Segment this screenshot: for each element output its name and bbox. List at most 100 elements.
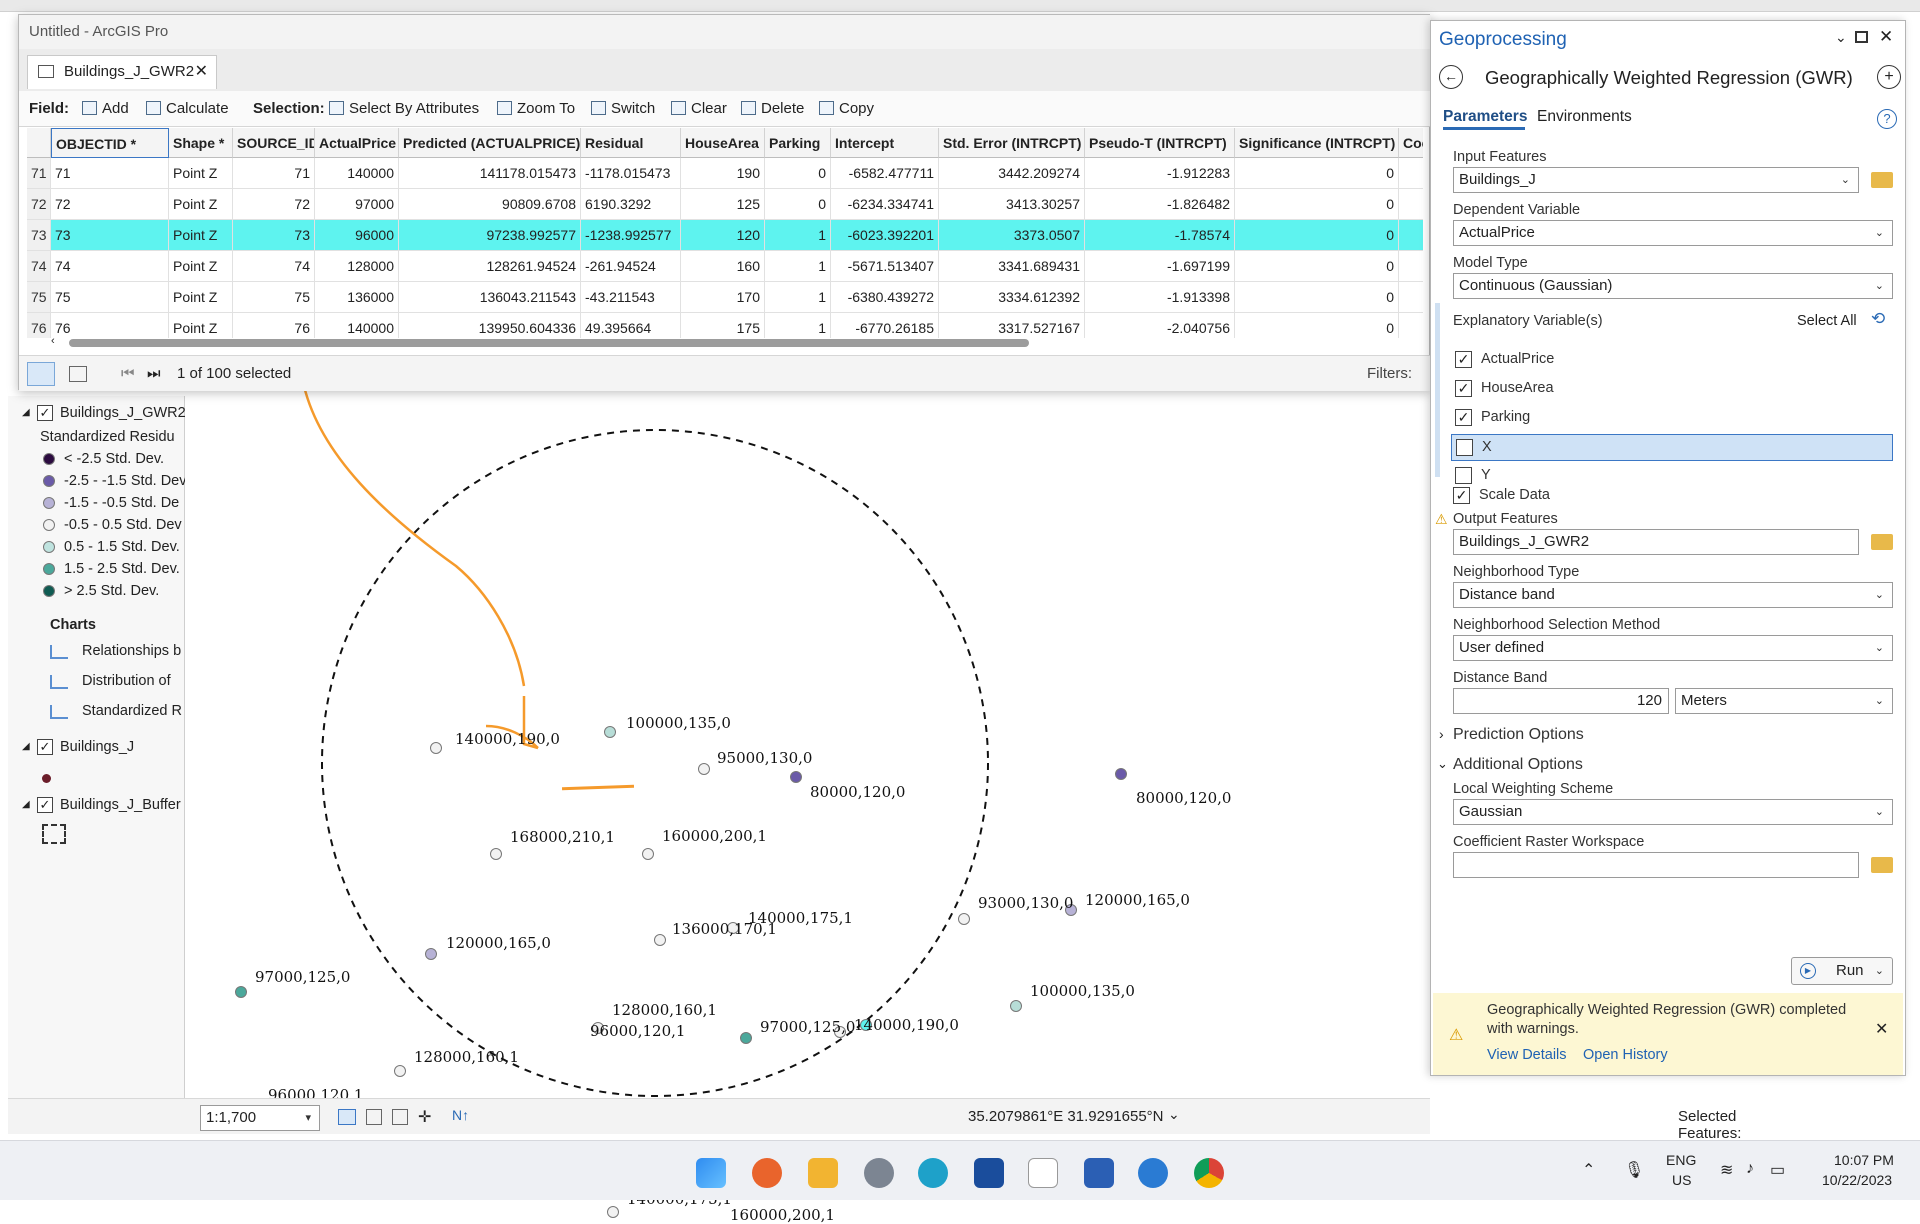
explanatory-variable-row[interactable]: Y: [1451, 463, 1893, 490]
table-cell[interactable]: -6234.334741: [831, 189, 939, 220]
table-cell[interactable]: 73: [51, 220, 169, 251]
arcgis-pro-icon[interactable]: [1138, 1158, 1168, 1188]
row-number[interactable]: 74: [27, 251, 51, 282]
variable-checkbox[interactable]: [1455, 467, 1472, 484]
tab-parameters[interactable]: Parameters: [1443, 108, 1527, 126]
column-header[interactable]: Coeffici: [1399, 128, 1423, 158]
table-cell[interactable]: Point Z: [169, 220, 233, 251]
delete-button[interactable]: Delete: [741, 91, 804, 127]
input-features-select[interactable]: Buildings_J ⌄: [1453, 167, 1859, 193]
table-cell[interactable]: 3373.0507: [939, 220, 1085, 251]
table-cell[interactable]: -1.913398: [1085, 282, 1235, 313]
row-number[interactable]: 72: [27, 189, 51, 220]
feature-point[interactable]: [235, 986, 247, 998]
table-cell[interactable]: 0: [1235, 282, 1399, 313]
table-cell[interactable]: -1238.992577: [581, 220, 681, 251]
variable-checkbox[interactable]: ✓: [1455, 380, 1472, 397]
column-header[interactable]: Pseudo-T (INTRCPT): [1085, 128, 1235, 158]
table-cell[interactable]: 190: [681, 158, 765, 189]
table-cell[interactable]: 128261.94524: [399, 251, 581, 282]
switch-button[interactable]: Switch: [591, 91, 655, 127]
microphone-icon[interactable]: 🎙: [1624, 1160, 1644, 1180]
help-icon[interactable]: ?: [1877, 109, 1897, 129]
layer-visibility-checkbox[interactable]: ✓: [37, 405, 53, 421]
row-number[interactable]: 76: [27, 313, 51, 338]
grid-corner[interactable]: [27, 128, 51, 158]
scale-selector[interactable]: 1:1,700 ▾: [200, 1105, 320, 1131]
column-header[interactable]: Predicted (ACTUALPRICE): [399, 128, 581, 158]
feature-point[interactable]: [1010, 1000, 1022, 1012]
table-cell[interactable]: 76: [51, 313, 169, 338]
tray-expand-icon[interactable]: ⌃: [1582, 1160, 1595, 1180]
feature-point[interactable]: [654, 934, 666, 946]
table-cell[interactable]: 140000: [315, 313, 399, 338]
table-cell[interactable]: 141178.015473: [399, 158, 581, 189]
dismiss-warning-icon[interactable]: ✕: [1875, 1019, 1888, 1039]
chrome-icon[interactable]: [1194, 1158, 1224, 1188]
column-header[interactable]: ActualPrice: [315, 128, 399, 158]
feature-point[interactable]: [604, 726, 616, 738]
north-arrow-icon[interactable]: N↑: [452, 1107, 469, 1123]
clear-button[interactable]: Clear: [671, 91, 727, 127]
table-hscroll[interactable]: ‹: [51, 335, 1431, 349]
table-cell[interactable]: 125: [681, 189, 765, 220]
select-all-button[interactable]: Select All: [1797, 313, 1857, 329]
feature-point[interactable]: [642, 848, 654, 860]
table-tab[interactable]: Buildings_J_GWR2 ✕: [27, 55, 217, 89]
column-header[interactable]: Shape *: [169, 128, 233, 158]
table-cell[interactable]: 128000: [315, 251, 399, 282]
calculate-button[interactable]: Calculate: [146, 91, 229, 127]
table-cell[interactable]: -1.78574: [1085, 220, 1235, 251]
run-button[interactable]: ▶ Run ⌄: [1791, 957, 1893, 985]
settings-icon[interactable]: [864, 1158, 894, 1188]
snapping-icon[interactable]: [392, 1109, 408, 1125]
wifi-icon[interactable]: ≋: [1720, 1160, 1733, 1180]
table-cell[interactable]: -6582.477711: [831, 158, 939, 189]
table-cell[interactable]: -5671.513407: [831, 251, 939, 282]
table-cell[interactable]: 76: [233, 313, 315, 338]
table-cell[interactable]: -261.94524: [581, 251, 681, 282]
selected-records-view-icon[interactable]: [69, 366, 87, 382]
table-cell[interactable]: [1399, 189, 1423, 220]
table-cell[interactable]: 0: [1235, 251, 1399, 282]
table-cell[interactable]: 1: [765, 313, 831, 338]
table-cell[interactable]: -1.697199: [1085, 251, 1235, 282]
firefox-icon[interactable]: [752, 1158, 782, 1188]
select-by-attributes-button[interactable]: Select By Attributes: [329, 91, 479, 127]
view-details-link[interactable]: View Details: [1487, 1047, 1567, 1063]
revit-icon[interactable]: [974, 1158, 1004, 1188]
table-cell[interactable]: 0: [1235, 189, 1399, 220]
layer-visibility-checkbox[interactable]: ✓: [37, 739, 53, 755]
table-cell[interactable]: 74: [51, 251, 169, 282]
explanatory-variable-row[interactable]: ✓ ActualPrice: [1451, 347, 1893, 374]
browse-folder-icon[interactable]: [1871, 534, 1893, 550]
feature-point[interactable]: [490, 848, 502, 860]
dependent-variable-select[interactable]: ActualPrice ⌄: [1453, 220, 1893, 246]
table-cell[interactable]: Point Z: [169, 313, 233, 338]
map-view[interactable]: 100000,135,0 140000,190,0 95000,130,0 80000…: [186, 206, 1430, 1224]
table-cell[interactable]: -6770.26185: [831, 313, 939, 338]
variable-checkbox[interactable]: ✓: [1455, 351, 1472, 368]
all-records-view-icon[interactable]: [27, 362, 55, 386]
raster-workspace-field[interactable]: [1453, 852, 1859, 878]
table-cell[interactable]: 72: [233, 189, 315, 220]
table-cell[interactable]: -1178.015473: [581, 158, 681, 189]
table-cell[interactable]: 71: [51, 158, 169, 189]
neighborhood-type-select[interactable]: Distance band ⌄: [1453, 582, 1893, 608]
table-cell[interactable]: 3341.689431: [939, 251, 1085, 282]
chevron-right-icon[interactable]: ›: [1439, 726, 1444, 742]
table-cell[interactable]: 1: [765, 282, 831, 313]
expand-icon[interactable]: ◢: [22, 402, 30, 424]
variable-checkbox[interactable]: ✓: [1455, 409, 1472, 426]
layer-row-buildings[interactable]: ◢ ✓ Buildings_J: [8, 736, 185, 758]
last-record-icon[interactable]: ⏭: [147, 356, 161, 392]
table-cell[interactable]: -1.912283: [1085, 158, 1235, 189]
battery-icon[interactable]: ▭: [1770, 1160, 1785, 1180]
pane-menu-icon[interactable]: ⌄: [1835, 29, 1847, 46]
prediction-options-section[interactable]: Prediction Options: [1453, 726, 1584, 744]
table-cell[interactable]: 90809.6708: [399, 189, 581, 220]
layer-row-gwr2[interactable]: ◢ ✓ Buildings_J_GWR2: [8, 402, 185, 424]
table-cell[interactable]: 0: [1235, 220, 1399, 251]
input-region[interactable]: US: [1672, 1172, 1691, 1188]
coords-dropdown-icon[interactable]: ⌄: [1168, 1106, 1180, 1123]
